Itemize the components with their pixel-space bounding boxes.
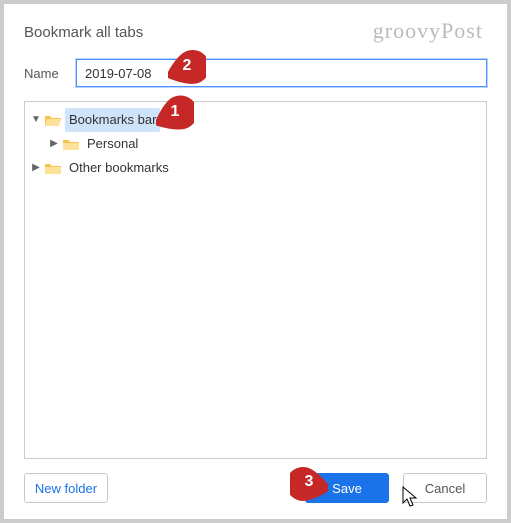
name-label: Name <box>24 66 76 81</box>
tree-item-other-bookmarks[interactable]: ▶ Other bookmarks <box>31 156 482 180</box>
folder-icon <box>45 162 61 175</box>
folder-icon <box>63 138 79 151</box>
folder-tree[interactable]: ▼ Bookmarks bar ▶ Persona <box>24 101 487 459</box>
tree-item-label: Bookmarks bar <box>65 108 160 132</box>
folder-open-icon <box>45 114 61 127</box>
cancel-button[interactable]: Cancel <box>403 473 487 503</box>
tree-item-label: Other bookmarks <box>65 156 173 180</box>
chevron-down-icon[interactable]: ▼ <box>31 109 41 131</box>
save-button[interactable]: Save <box>305 473 389 503</box>
bookmark-all-tabs-dialog: groovyPost Bookmark all tabs Name ▼ Book… <box>8 8 503 515</box>
chevron-right-icon[interactable]: ▶ <box>31 157 41 179</box>
new-folder-button[interactable]: New folder <box>24 473 108 503</box>
dialog-title: Bookmark all tabs <box>24 24 487 41</box>
tree-item-label: Personal <box>83 132 142 156</box>
tree-item-personal[interactable]: ▶ Personal <box>49 132 482 156</box>
name-input[interactable] <box>76 59 487 87</box>
tree-item-bookmarks-bar[interactable]: ▼ Bookmarks bar <box>31 108 482 132</box>
chevron-right-icon[interactable]: ▶ <box>49 133 59 155</box>
